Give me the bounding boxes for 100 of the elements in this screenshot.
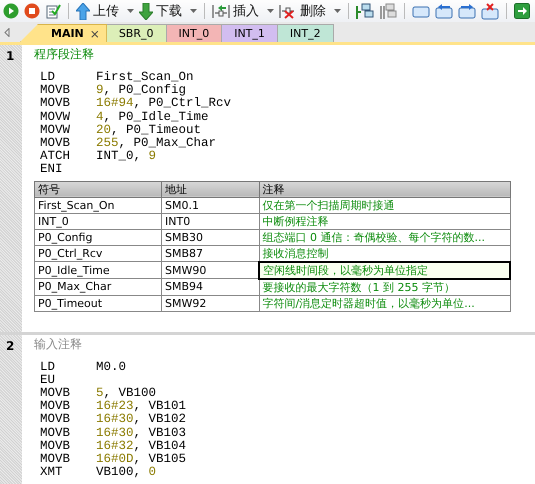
caret-icon[interactable] [127, 9, 134, 13]
constant-operand: 9 [96, 84, 104, 98]
operand: , [134, 426, 142, 440]
operand: M0.0 [96, 360, 126, 374]
instruction: LD [40, 360, 56, 374]
arrow-right-icon[interactable] [514, 3, 530, 19]
constant-operand: 16#94 [96, 97, 134, 111]
operand: , [111, 124, 120, 138]
table-cell: 组态端口 0 通信：奇偶校验、每个字符的数... [259, 229, 510, 246]
operand: , [104, 84, 112, 98]
operand: VB103 [148, 426, 186, 440]
table-cell: SMB30 [162, 229, 259, 246]
instruction: MOVB [40, 426, 72, 440]
column-header: 地址 [162, 181, 259, 198]
operand: INT_0 [96, 150, 134, 164]
network-comment[interactable]: 程序段注释 [34, 46, 535, 63]
column-header: 符号 [34, 181, 162, 198]
instruction: LD [40, 71, 56, 84]
up-arrow-icon[interactable] [76, 2, 90, 20]
operand: , [104, 387, 112, 400]
down-arrow-icon[interactable] [139, 2, 153, 20]
operand: , [134, 440, 142, 454]
tab[interactable]: INT_0 [166, 24, 222, 42]
network-icon[interactable] [356, 2, 374, 20]
toolbar-button[interactable]: 下载 [139, 2, 182, 20]
tab[interactable]: INT_2 [276, 24, 334, 42]
table-cell: 字符间/消息定时器超时值，以毫秒为单位... [259, 295, 510, 312]
instruction: XMT [40, 466, 64, 480]
table-cell: 中断例程注释 [259, 213, 510, 230]
constant-operand: 16#23 [96, 400, 134, 414]
instruction: MOVB [40, 440, 72, 454]
constant-operand: 16#30 [96, 426, 134, 440]
window-close-icon[interactable] [481, 2, 499, 20]
constant-operand: 0 [148, 466, 156, 480]
table-cell: P0_Ctrl_Rcv [34, 245, 162, 262]
constant-operand: 20 [96, 124, 112, 138]
caret-icon[interactable] [190, 9, 197, 13]
play-icon[interactable] [3, 3, 19, 19]
table-cell: SMB94 [162, 278, 259, 296]
window-right-arrow-icon[interactable] [458, 3, 476, 19]
instruction: MOVB [40, 137, 72, 150]
operand: P0_Timeout [126, 124, 202, 137]
caret-icon[interactable] [267, 9, 274, 13]
operand: , [134, 413, 142, 427]
network-icon[interactable] [379, 2, 397, 20]
window-icon[interactable] [412, 4, 430, 18]
tab[interactable]: SBR_0 [106, 24, 166, 42]
operand: , [134, 466, 142, 480]
window-left-arrow-icon[interactable] [435, 3, 453, 19]
table-cell: P0_Config [34, 229, 162, 246]
checked-document-icon[interactable] [45, 3, 61, 19]
instruction: ENI [40, 163, 64, 177]
network-number: 1 [5, 48, 16, 63]
caret-icon[interactable] [334, 9, 341, 13]
operand: , [134, 400, 142, 414]
constant-operand: 9 [148, 150, 156, 164]
constant-operand: 255 [96, 137, 119, 150]
operand: First_Scan_On [96, 71, 194, 84]
network-comment[interactable]: 输入注释 [34, 336, 535, 353]
constant-operand: 16#0D [96, 453, 134, 466]
tab[interactable]: MAIN × [20, 24, 107, 42]
operand: P0_Ctrl_Rcv [148, 97, 232, 111]
table-cell: P0_Timeout [34, 295, 162, 312]
close-icon[interactable]: × [90, 26, 100, 40]
operand: , [104, 110, 112, 124]
table-cell: SMB87 [162, 245, 259, 262]
toolbar-button[interactable]: 上传 [76, 2, 119, 20]
constant-operand: 5 [96, 387, 104, 400]
operand: P0_Idle_Time [118, 110, 209, 124]
table-cell: 仅在第一个扫描周期时接通 [259, 197, 510, 214]
instruction: MOVB [40, 413, 72, 427]
operand: P0_Max_Char [134, 137, 216, 150]
operand: VB102 [148, 413, 186, 427]
column-header: 注释 [259, 181, 510, 198]
operand: , [134, 150, 142, 164]
operand: P0_Config [118, 84, 186, 98]
instruction: MOVB [40, 97, 72, 111]
instruction: MOVB [40, 400, 72, 414]
stop-icon[interactable] [24, 3, 40, 19]
toolbar-button[interactable]: 删除 [279, 2, 326, 20]
insert-icon[interactable] [212, 3, 230, 19]
operand: VB104 [148, 440, 186, 454]
instruction: EU [40, 374, 56, 388]
network-number: 2 [5, 338, 16, 353]
toolbar-button[interactable]: 插入 [212, 2, 259, 20]
operand: VB101 [148, 400, 186, 414]
table-cell: SMW92 [162, 295, 259, 312]
tab[interactable]: INT_1 [221, 24, 278, 42]
instruction: MOVB [40, 84, 72, 98]
delete-icon[interactable] [279, 3, 297, 19]
scroll-left-icon[interactable] [4, 28, 10, 36]
operand: , [118, 137, 128, 150]
instruction: MOVW [40, 124, 72, 138]
instruction: MOVB [40, 453, 72, 466]
constant-operand: 16#30 [96, 413, 134, 427]
operand: VB105 [148, 453, 186, 466]
instruction: MOVB [40, 387, 72, 400]
operand: , [134, 97, 142, 111]
table-cell: P0_Max_Char [34, 278, 162, 296]
operand: VB100 [96, 466, 134, 480]
